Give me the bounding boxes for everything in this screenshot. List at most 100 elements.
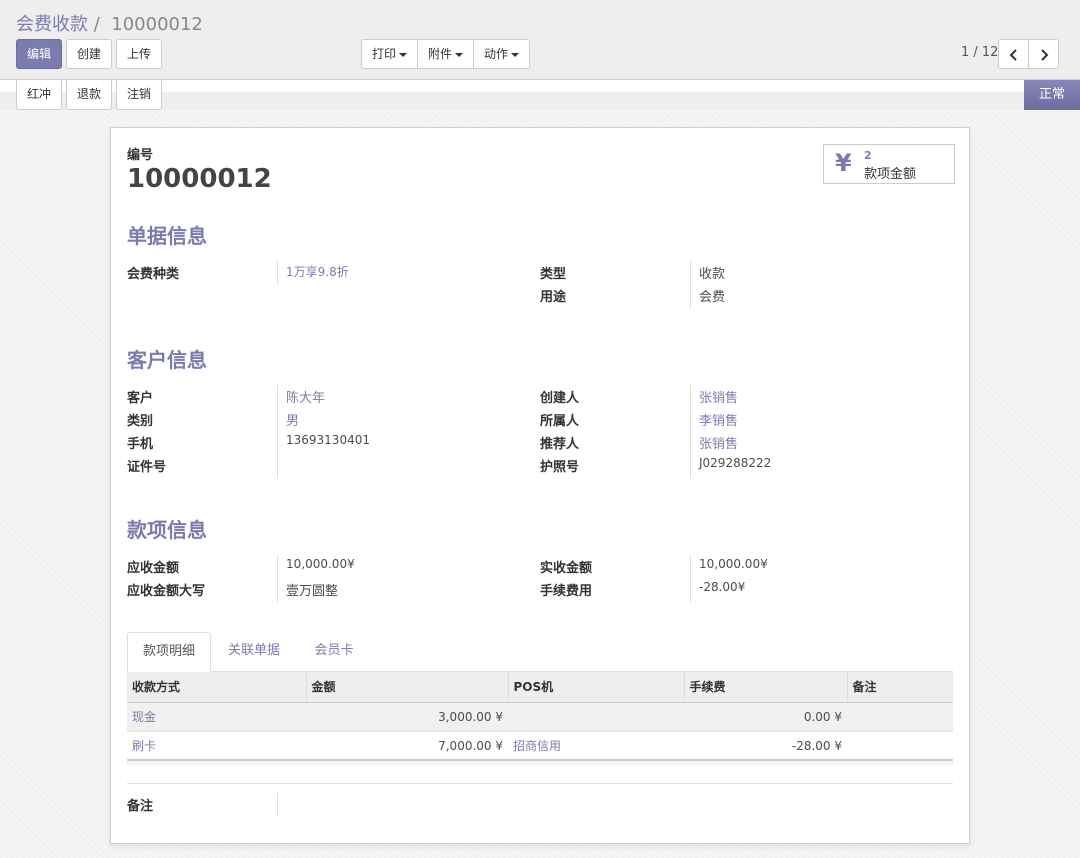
print-label: 打印 <box>372 47 397 61</box>
section-title-document: 单据信息 <box>127 224 207 248</box>
fee-amount-label: 手续费用 <box>540 584 593 599</box>
caret-down-icon <box>455 52 464 57</box>
divider <box>277 555 278 602</box>
id-number-label: 证件号 <box>127 460 167 475</box>
sidebar-dropdown-group: 打印 附件 动作 <box>361 39 531 69</box>
edit-button[interactable]: 编辑 <box>16 39 62 69</box>
refund-button[interactable]: 退款 <box>66 80 112 110</box>
action-label: 动作 <box>484 47 509 61</box>
received-amount-label: 实收金额 <box>540 561 593 576</box>
table-row[interactable]: 现金 3,000.00 ¥ 0.00 ¥ <box>127 702 953 732</box>
cell-payment-method[interactable]: 刷卡 <box>127 731 306 761</box>
referrer-value[interactable]: 张销售 <box>699 433 738 452</box>
payment-detail-table: 收款方式 金额 POS机 手续费 备注 现金 3,000.00 ¥ 0.00 ¥… <box>127 672 953 761</box>
control-panel: 会费收款 / 10000012 编辑 创建 上传 打印 附件 动作 1 / 12 <box>0 0 1080 80</box>
phone-label: 手机 <box>127 437 154 452</box>
chevron-left-icon <box>1009 48 1017 61</box>
passport-label: 护照号 <box>540 460 580 475</box>
divider <box>277 261 278 285</box>
table-footer <box>127 759 953 765</box>
create-button[interactable]: 创建 <box>66 39 112 69</box>
due-amount-label: 应收金额 <box>127 561 180 576</box>
pager-next-button[interactable] <box>1028 39 1059 69</box>
purpose-value: 会费 <box>699 290 726 305</box>
divider <box>277 793 278 817</box>
cell-pos[interactable]: 招商信用 <box>508 731 684 761</box>
due-amount-words-value: 壹万圆整 <box>286 584 339 599</box>
breadcrumb-separator: / <box>93 14 100 35</box>
category-label: 类别 <box>127 414 154 429</box>
cell-fee: -28.00 ¥ <box>684 731 847 761</box>
section-title-payment: 款项信息 <box>127 518 207 542</box>
cell-payment-method[interactable]: 现金 <box>127 702 306 732</box>
column-header-amount[interactable]: 金额 <box>306 672 509 703</box>
referrer-label: 推荐人 <box>540 437 580 452</box>
phone-value: 13693130401 <box>286 433 370 447</box>
cancel-button[interactable]: 注销 <box>116 80 162 110</box>
section-title-customer: 客户信息 <box>127 348 207 372</box>
breadcrumb-current: 10000012 <box>111 14 203 35</box>
creator-value[interactable]: 张销售 <box>699 387 738 406</box>
pager-value[interactable]: 1 / 12 <box>961 45 998 60</box>
notes-field[interactable] <box>286 795 936 815</box>
divider <box>277 385 278 478</box>
breadcrumb: 会费收款 / 10000012 <box>16 10 203 36</box>
cell-note <box>847 731 953 761</box>
column-header-pos[interactable]: POS机 <box>508 672 685 703</box>
owner-value[interactable]: 李销售 <box>699 410 738 429</box>
creator-label: 创建人 <box>540 391 580 406</box>
upload-button[interactable]: 上传 <box>116 39 162 69</box>
fee-type-value[interactable]: 1万享9.8折 <box>286 263 349 280</box>
customer-value[interactable]: 陈大年 <box>286 387 325 406</box>
caret-down-icon <box>399 52 408 57</box>
due-amount-words-label: 应收金额大写 <box>127 584 206 599</box>
pager-previous-button[interactable] <box>998 39 1029 69</box>
cell-note <box>847 702 953 732</box>
stat-count: 2 <box>864 149 872 162</box>
purpose-label: 用途 <box>540 290 567 305</box>
record-number: 10000012 <box>127 164 272 194</box>
attachment-dropdown[interactable]: 附件 <box>418 40 475 68</box>
fee-type-label: 会费种类 <box>127 267 180 282</box>
stat-label: 款项金额 <box>864 167 917 182</box>
action-dropdown[interactable]: 动作 <box>474 40 529 68</box>
passport-value: J029288222 <box>699 456 772 470</box>
tab-member-card[interactable]: 会员卡 <box>301 632 367 672</box>
table-row[interactable]: 刷卡 7,000.00 ¥ 招商信用 -28.00 ¥ <box>127 731 953 761</box>
number-label: 编号 <box>127 148 154 163</box>
type-label: 类型 <box>540 267 567 282</box>
chevron-right-icon <box>1040 48 1048 61</box>
cell-amount: 7,000.00 ¥ <box>306 731 508 761</box>
notebook-tabs: 款项明细 关联单据 会员卡 <box>127 632 953 672</box>
form-sheet: ¥ 2 款项金额 编号 10000012 单据信息 会费种类 1万享9.8折 类… <box>110 127 970 844</box>
notes-label: 备注 <box>127 799 154 814</box>
tab-related-documents[interactable]: 关联单据 <box>215 632 293 672</box>
state-badge[interactable]: 正常 <box>1024 80 1080 110</box>
received-amount-value: 10,000.00¥ <box>699 557 768 571</box>
column-header-fee[interactable]: 手续费 <box>684 672 848 703</box>
type-value: 收款 <box>699 267 726 282</box>
divider <box>690 555 691 602</box>
due-amount-value: 10,000.00¥ <box>286 557 355 571</box>
divider <box>690 385 691 478</box>
form-statusbar: 红冲 退款 注销 正常 <box>0 80 1080 110</box>
fee-amount-value: -28.00¥ <box>699 580 746 594</box>
print-dropdown[interactable]: 打印 <box>362 40 419 68</box>
column-header-payment-method[interactable]: 收款方式 <box>127 672 307 703</box>
separator-line <box>127 783 953 784</box>
cell-amount: 3,000.00 ¥ <box>306 702 508 732</box>
yen-icon: ¥ <box>835 149 852 177</box>
category-value[interactable]: 男 <box>286 410 299 429</box>
tab-payment-details[interactable]: 款项明细 <box>127 632 211 672</box>
payment-amount-stat-button[interactable]: ¥ 2 款项金额 <box>823 144 955 184</box>
breadcrumb-parent-link[interactable]: 会费收款 <box>16 14 88 35</box>
divider <box>690 261 691 308</box>
cell-pos[interactable] <box>508 702 684 732</box>
column-header-note[interactable]: 备注 <box>847 672 953 703</box>
reverse-button[interactable]: 红冲 <box>16 80 62 110</box>
owner-label: 所属人 <box>540 414 580 429</box>
cell-fee: 0.00 ¥ <box>684 702 847 732</box>
attachment-label: 附件 <box>428 47 453 61</box>
customer-label: 客户 <box>127 391 154 406</box>
caret-down-icon <box>511 52 520 57</box>
